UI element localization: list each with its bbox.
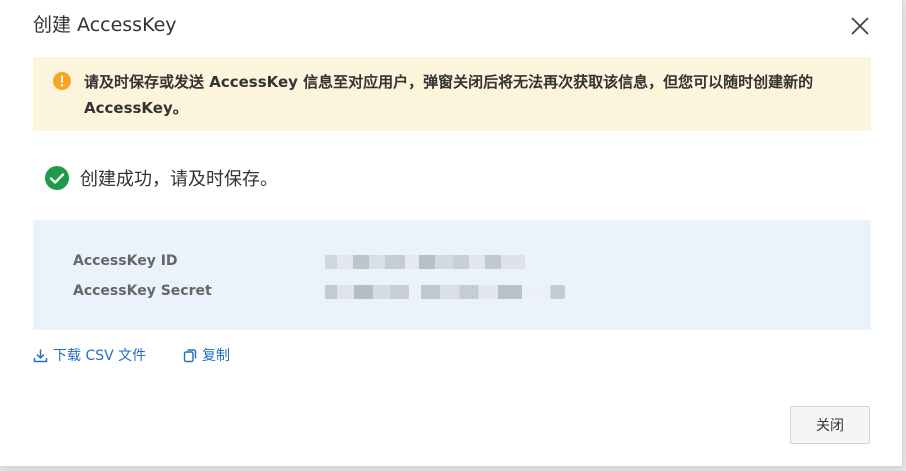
warning-banner: 请及时保存或发送 AccessKey 信息至对应用户，弹窗关闭后将无法再次获取该… <box>33 57 871 131</box>
copy-label: 复制 <box>202 348 230 364</box>
accesskey-secret-label: AccessKey Secret <box>73 283 212 299</box>
accesskey-panel: AccessKey ID AccessKey Secret <box>33 220 871 330</box>
download-csv-label: 下载 CSV 文件 <box>53 348 147 364</box>
close-icon[interactable] <box>848 14 872 38</box>
download-icon <box>33 349 48 362</box>
dialog-title: 创建 AccessKey <box>33 14 177 36</box>
warning-icon <box>53 72 71 90</box>
accesskey-id-label: AccessKey ID <box>73 253 178 269</box>
copy-link[interactable]: 复制 <box>183 345 230 365</box>
success-message: 创建成功，请及时保存。 <box>44 164 278 192</box>
success-text: 创建成功，请及时保存。 <box>80 169 278 190</box>
warning-text: 请及时保存或发送 AccessKey 信息至对应用户，弹窗关闭后将无法再次获取该… <box>84 73 814 117</box>
close-button[interactable]: 关闭 <box>790 406 870 444</box>
check-circle-icon <box>44 165 70 191</box>
download-csv-link[interactable]: 下载 CSV 文件 <box>33 345 146 365</box>
accesskey-id-value-redacted <box>325 255 525 269</box>
accesskey-secret-value-redacted <box>325 285 565 299</box>
copy-icon <box>183 348 197 362</box>
create-accesskey-dialog: 创建 AccessKey 请及时保存或发送 AccessKey 信息至对应用户，… <box>0 0 903 467</box>
